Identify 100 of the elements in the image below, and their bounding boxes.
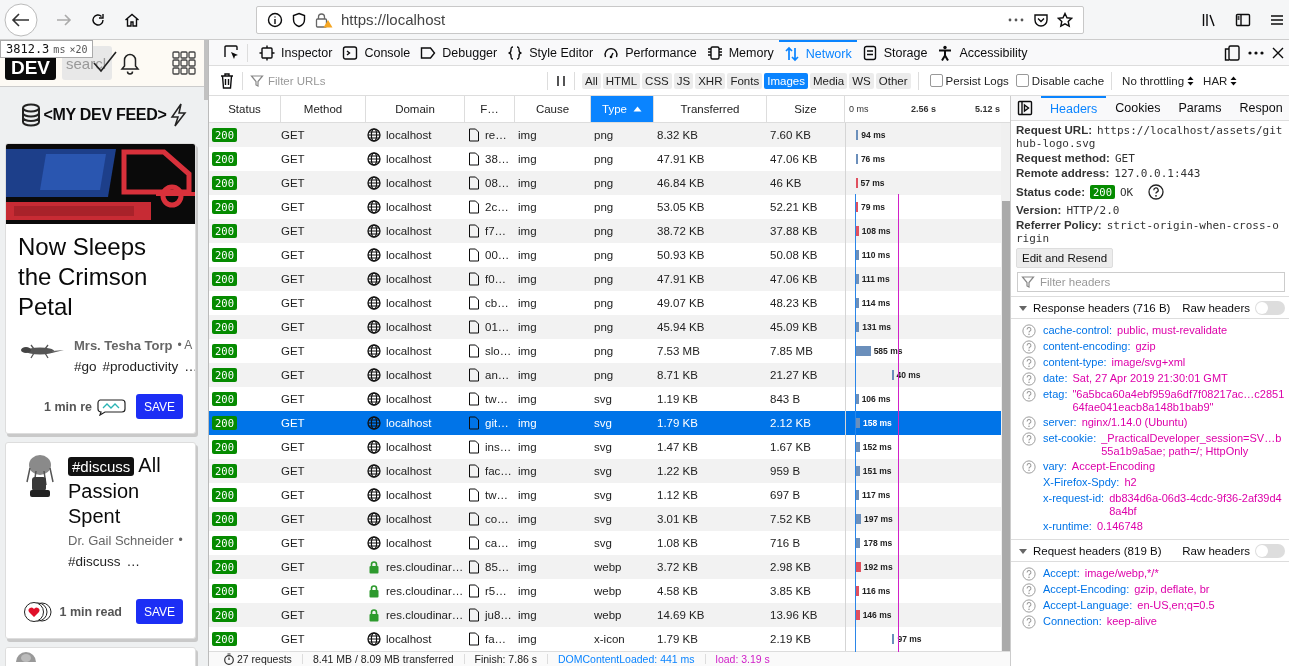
header-value: image/svg+xml <box>1111 356 1186 369</box>
type-filter-button[interactable]: WS <box>849 72 874 89</box>
file-icon <box>468 440 480 454</box>
type-filter-button[interactable]: CSS <box>642 72 672 89</box>
read-time: 1 min read <box>59 604 122 619</box>
lightning-icon <box>169 103 188 127</box>
type-filter-button[interactable]: All <box>582 72 601 89</box>
table-row[interactable]: 200 GET localhost 08… img png 46.84 KB 46 KB 57 ms <box>209 171 1001 195</box>
file-icon <box>468 320 480 334</box>
devtools-tab[interactable]: Network <box>778 40 857 65</box>
table-row[interactable]: 200 GET localhost re… img png 8.32 KB 7.60 KB 94 ms <box>209 123 1001 147</box>
type-filter-button[interactable]: Media <box>809 72 848 89</box>
dropdown[interactable]: HAR <box>1200 74 1241 87</box>
type-filter-button[interactable]: Fonts <box>727 72 763 89</box>
table-row[interactable]: 200 GET res.cloudinar… ju8… img webp 14.69 KB 13.96 KB 146 ms <box>209 603 1001 627</box>
scrollbar[interactable] <box>1001 123 1010 651</box>
devtools-tab[interactable]: Inspector <box>254 40 338 65</box>
close-icon[interactable] <box>1271 45 1285 60</box>
table-cell: localhost <box>386 249 432 261</box>
section-heading[interactable]: Request headers (819 B) <box>1033 544 1162 557</box>
info-icon[interactable] <box>267 11 283 28</box>
devtools-tab[interactable]: Style Editor <box>502 40 599 65</box>
home-icon[interactable] <box>124 11 140 28</box>
grid-icon[interactable] <box>172 51 196 75</box>
devtools-tab[interactable]: Accessibility <box>932 40 1033 65</box>
table-row[interactable]: 200 GET localhost co… img svg 3.01 KB 7.52 KB 197 ms <box>209 507 1001 531</box>
table-row[interactable]: 200 GET localhost fac… img svg 1.22 KB 959 B 151 ms <box>209 459 1001 483</box>
tag-link[interactable]: #productivity <box>102 359 179 374</box>
type-filter-button[interactable]: JS <box>673 72 694 89</box>
comment-icon[interactable] <box>96 397 126 416</box>
dropdown[interactable]: No throttling <box>1119 74 1198 87</box>
pocket-icon[interactable] <box>1033 11 1049 28</box>
lock-warning-icon[interactable] <box>315 11 333 28</box>
star-icon[interactable] <box>1057 11 1073 28</box>
panel-tab[interactable]: Params <box>1169 96 1231 120</box>
devtools-tab[interactable]: Storage <box>856 40 933 65</box>
save-button[interactable]: SAVE <box>136 394 183 419</box>
filter-field[interactable]: Filter headers <box>1017 272 1285 292</box>
checkbox[interactable] <box>929 74 943 87</box>
url-field[interactable]: https://localhost <box>256 5 1084 34</box>
article-title[interactable]: Now Sleeps the Crimson Petal <box>6 224 195 328</box>
timeline-tick: 5.12 s <box>975 104 1001 114</box>
panel-toggle-icon[interactable] <box>1017 100 1033 116</box>
table-row[interactable]: 200 GET localhost f0… img png 47.91 KB 47.06 KB 111 ms <box>209 267 1001 291</box>
toggle-switch[interactable] <box>1255 300 1285 315</box>
checkbox[interactable] <box>1015 74 1029 87</box>
scrollbar[interactable] <box>204 40 208 100</box>
reload-icon[interactable] <box>90 11 106 28</box>
devtools-tab[interactable]: Debugger <box>415 40 503 65</box>
file-icon <box>468 296 480 310</box>
checkbox-label[interactable]: Persist Logs <box>945 74 1009 87</box>
author-name[interactable]: Dr. Gail Schneider <box>68 533 174 548</box>
table-cell: 3.72 KB <box>657 561 698 573</box>
column-header[interactable]: Method <box>281 96 366 122</box>
toggle-switch[interactable] <box>1255 543 1285 558</box>
table-cell: GET <box>281 441 305 453</box>
sidebar-icon[interactable] <box>1235 11 1251 28</box>
pause-icon[interactable] <box>555 73 567 88</box>
filter-field[interactable]: Filter URLs <box>268 74 540 87</box>
edit-and-resend-button[interactable]: Edit and Resend <box>1016 248 1114 268</box>
panel-tab[interactable]: Cookies <box>1106 96 1170 120</box>
section-heading[interactable]: Response headers (716 B) <box>1033 301 1171 314</box>
article-title[interactable]: #discuss All Passion Spent <box>68 453 195 529</box>
column-header[interactable]: F… <box>465 96 515 122</box>
panel-tab[interactable]: Respon <box>1230 96 1289 120</box>
column-header[interactable]: Status <box>209 96 281 122</box>
back-icon[interactable] <box>4 2 38 37</box>
help-icon[interactable] <box>1148 184 1165 200</box>
shield-icon[interactable] <box>291 11 307 28</box>
column-header[interactable]: Transferred <box>654 96 767 122</box>
checkbox-label[interactable]: Disable cache <box>1031 74 1105 87</box>
type-filter-button[interactable]: XHR <box>695 72 726 89</box>
tag-link[interactable]: #go <box>74 359 97 374</box>
tag-link[interactable]: #discuss <box>68 554 121 569</box>
type-filter-button[interactable]: HTML <box>602 72 641 89</box>
table-cell: img <box>518 297 537 309</box>
author-name[interactable]: Mrs. Tesha Torp <box>74 338 173 353</box>
table-cell: f7… <box>485 225 507 237</box>
column-header[interactable]: Domain <box>366 96 465 122</box>
table-row[interactable]: 200 GET res.cloudinar… 85… img webp 3.72 KB 2.98 KB 192 ms <box>209 555 1001 579</box>
type-filter-button[interactable]: Images <box>764 72 808 89</box>
save-button[interactable]: SAVE <box>136 599 183 624</box>
column-header[interactable]: Size <box>767 96 845 122</box>
table-row[interactable]: 200 GET localhost git… img svg 1.79 KB 2.12 KB 158 ms <box>209 411 1001 435</box>
type-filter-button[interactable]: Other <box>875 72 911 89</box>
table-cell: png <box>594 201 614 213</box>
responsive-icon[interactable] <box>1223 43 1241 62</box>
stopwatch-icon[interactable] <box>223 653 235 665</box>
table-cell: img <box>518 345 537 357</box>
panel-tab[interactable]: Headers <box>1041 96 1107 120</box>
library-icon[interactable] <box>1201 11 1217 28</box>
devtools-tab[interactable]: Memory <box>701 40 779 65</box>
devtools-tab[interactable]: Console <box>337 40 416 65</box>
table-row[interactable]: 200 GET localhost 01… img png 45.94 KB 45.09 KB 131 ms <box>209 315 1001 339</box>
trash-icon[interactable] <box>219 71 235 90</box>
table-row[interactable]: 200 GET localhost f7… img png 38.72 KB 37.88 KB 108 ms <box>209 219 1001 243</box>
article-card[interactable]: #discuss All Passion Spent Dr. Gail Schneider • #discuss … 1 min read SAVE <box>5 442 196 639</box>
heart-icon[interactable] <box>23 600 54 623</box>
column-header[interactable]: Type <box>591 96 654 122</box>
devtools-tab[interactable]: Performance <box>598 40 702 65</box>
